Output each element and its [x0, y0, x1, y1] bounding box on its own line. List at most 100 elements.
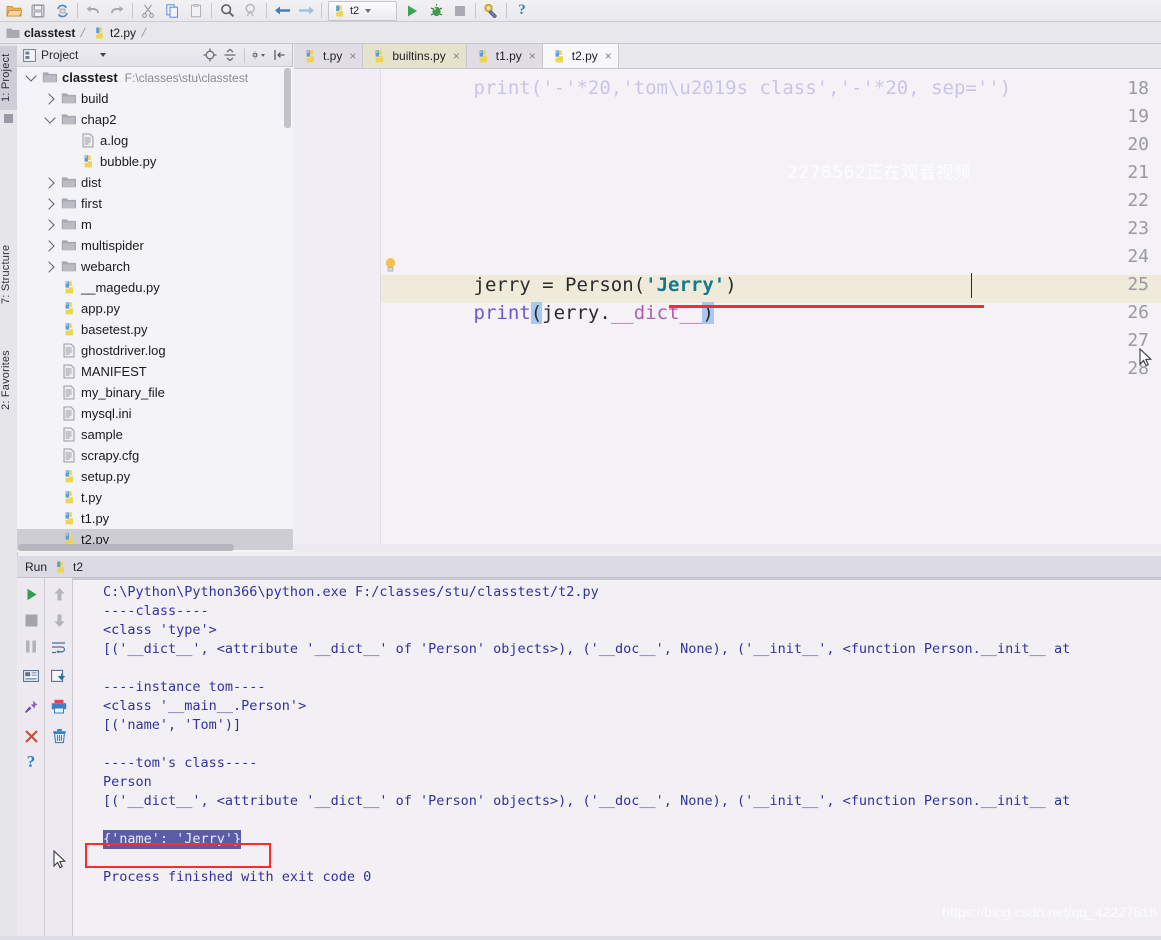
tree-item-t1-py[interactable]: t1.py — [17, 508, 293, 529]
tab-close-icon[interactable]: × — [453, 50, 460, 62]
project-tree[interactable]: classtest F:\classes\stu\classtest build ch… — [17, 67, 293, 552]
code-editor[interactable]: 18 19 20 21 22 23 24 25 26 27 28 print('-'*20,'tom… — [294, 69, 1161, 552]
tree-item-ghostdriver-log[interactable]: ghostdriver.log — [17, 340, 293, 361]
tree-item-classtest[interactable]: classtest F:\classes\stu\classtest — [17, 67, 293, 88]
editor-tab-builtins-py[interactable]: builtins.py × — [363, 44, 467, 68]
tree-item-bubble-py[interactable]: bubble.py — [17, 151, 293, 172]
soft-wrap-icon[interactable] — [49, 638, 69, 658]
scroll-to-end-icon[interactable] — [49, 666, 69, 686]
tree-item-m[interactable]: m — [17, 214, 293, 235]
hide-panel-icon[interactable] — [271, 47, 288, 64]
project-dropdown-icon[interactable] — [100, 53, 107, 57]
breadcrumb-separator-2: / — [140, 25, 148, 40]
collapse-all-icon[interactable] — [221, 47, 238, 64]
editor-tab-strip[interactable]: t.py × builtins.py × t1.py × t2.py × — [294, 44, 1161, 69]
tree-item-first[interactable]: first — [17, 193, 293, 214]
help-icon[interactable]: ? — [510, 1, 534, 21]
tree-item-basetest-py[interactable]: basetest.py — [17, 319, 293, 340]
tree-item-scrapy-cfg[interactable]: scrapy.cfg — [17, 445, 293, 466]
chevron-right-icon[interactable] — [40, 260, 60, 273]
debug-button[interactable] — [424, 1, 448, 21]
tree-item-my-binary-file[interactable]: my_binary_file — [17, 382, 293, 403]
editor-tab-t2-py[interactable]: t2.py × — [542, 44, 619, 68]
toolbar-divider — [266, 3, 267, 18]
tree-item-setup-py[interactable]: setup.py — [17, 466, 293, 487]
copy-icon[interactable] — [160, 1, 184, 21]
sync-icon[interactable] — [50, 1, 74, 21]
console-output[interactable]: C:\Python\Python366\python.exe F:/classe… — [73, 578, 1161, 940]
tree-item-path: F:\classes\stu\classtest — [124, 70, 249, 85]
tree-item-build[interactable]: build — [17, 88, 293, 109]
tree-item-app-py[interactable]: app.py — [17, 298, 293, 319]
tree-item-mysql-ini[interactable]: mysql.ini — [17, 403, 293, 424]
up-arrow-icon[interactable] — [49, 584, 69, 604]
stop-icon[interactable] — [21, 610, 41, 630]
sidebar-item-project[interactable]: 1: Project — [0, 46, 17, 110]
project-vertical-scrollbar[interactable] — [284, 68, 291, 128]
chevron-right-icon[interactable] — [40, 92, 60, 105]
tree-item-sample[interactable]: sample — [17, 424, 293, 445]
tree-item-dist[interactable]: dist — [17, 172, 293, 193]
code-object-jerry: jerry. — [542, 302, 611, 324]
tree-item-label: a.log — [100, 133, 129, 148]
file-icon — [63, 343, 74, 358]
layout-settings-icon[interactable] — [21, 666, 41, 686]
folder-icon — [61, 177, 76, 188]
save-icon[interactable] — [26, 1, 50, 21]
chevron-down-icon[interactable] — [365, 8, 372, 13]
project-horizontal-scrollbar[interactable] — [18, 544, 234, 551]
tree-item-chap2[interactable]: chap2 — [17, 109, 293, 130]
folder-icon — [61, 240, 76, 251]
run-button[interactable] — [400, 1, 424, 21]
tree-item-multispider[interactable]: multispider — [17, 235, 293, 256]
chevron-right-icon[interactable] — [40, 218, 60, 231]
chevron-right-icon[interactable] — [40, 176, 60, 189]
run-configuration-selector[interactable]: t2 — [328, 0, 397, 21]
sidebar-item-favorites[interactable]: 2: Favorites — [0, 340, 17, 420]
down-arrow-icon[interactable] — [49, 610, 69, 630]
tree-item-manifest[interactable]: MANIFEST — [17, 361, 293, 382]
print-icon[interactable] — [49, 696, 69, 716]
search-icon[interactable] — [215, 1, 239, 21]
tree-item-webarch[interactable]: webarch — [17, 256, 293, 277]
search-structurally-icon[interactable] — [239, 1, 263, 21]
locate-icon[interactable] — [201, 47, 218, 64]
sidebar-item-structure[interactable]: 7: Structure — [0, 234, 17, 314]
settings-icon[interactable] — [479, 1, 503, 21]
breadcrumb-project[interactable]: classtest — [6, 26, 75, 40]
editor-gutter[interactable] — [294, 69, 381, 552]
chevron-right-icon[interactable] — [40, 239, 60, 252]
open-folder-icon[interactable] — [2, 1, 26, 21]
tab-close-icon[interactable]: × — [349, 50, 356, 62]
pause-icon[interactable] — [21, 636, 41, 656]
navigate-forward-icon[interactable] — [294, 1, 318, 21]
undo-icon[interactable] — [81, 1, 105, 21]
chevron-right-icon[interactable] — [40, 197, 60, 210]
tree-item--magedu-py[interactable]: __magedu.py — [17, 277, 293, 298]
chevron-down-icon[interactable] — [40, 112, 60, 124]
chevron-down-icon[interactable] — [21, 70, 41, 82]
editor-horizontal-scrollbar[interactable] — [294, 544, 1161, 552]
redo-icon[interactable] — [105, 1, 129, 21]
tree-item-a-log[interactable]: a.log — [17, 130, 293, 151]
run-tab-t2[interactable]: t2 — [73, 560, 83, 574]
breadcrumb-file[interactable]: t2.py — [92, 26, 136, 40]
help-icon[interactable]: ? — [21, 752, 41, 772]
pin-icon[interactable] — [21, 696, 41, 716]
stop-button[interactable] — [448, 1, 472, 21]
code-quote-close: ' — [713, 274, 726, 296]
cut-icon[interactable] — [136, 1, 160, 21]
gear-icon[interactable] — [251, 47, 268, 64]
close-icon[interactable] — [21, 726, 41, 746]
tab-close-icon[interactable]: × — [529, 50, 536, 62]
tree-item-t-py[interactable]: t.py — [17, 487, 293, 508]
trash-icon[interactable] — [49, 726, 69, 746]
editor-tab-t-py[interactable]: t.py × — [294, 44, 364, 68]
paste-icon[interactable] — [184, 1, 208, 21]
file-icon — [60, 343, 77, 358]
rerun-icon[interactable] — [21, 584, 41, 604]
tab-close-icon[interactable]: × — [605, 50, 612, 62]
editor-tab-t1-py[interactable]: t1.py × — [466, 44, 543, 68]
editor-tab-label: t1.py — [495, 49, 522, 63]
navigate-back-icon[interactable] — [270, 1, 294, 21]
